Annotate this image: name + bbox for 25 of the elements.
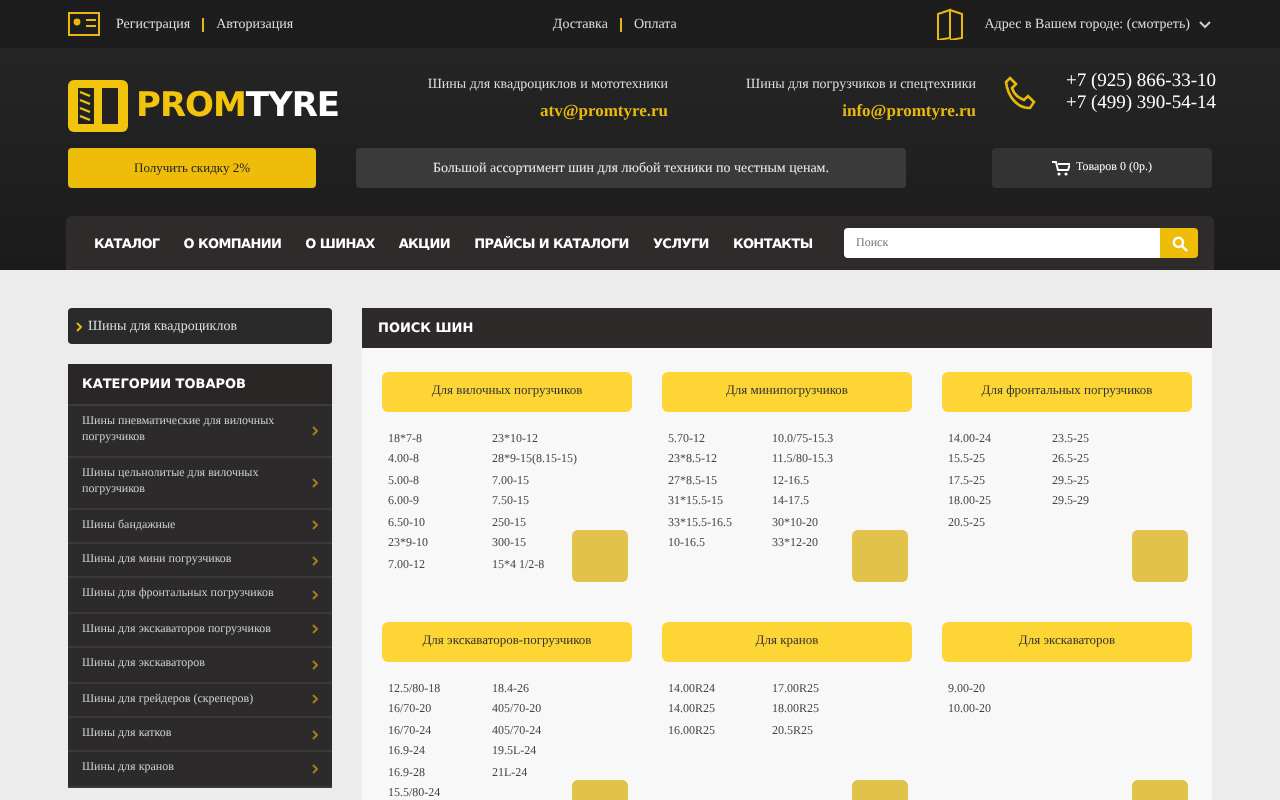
photo-placeholder [572,529,628,581]
book-icon [936,8,965,40]
chevron-down-icon[interactable] [1197,19,1212,29]
search-icon [1171,235,1187,251]
logo-text: PROMTYRE [136,86,340,126]
tyre-logo-icon [68,80,128,132]
chevron-right-icon [312,659,318,670]
chevron-right-icon [312,425,318,436]
email-link[interactable]: atv@promtyre.ru [539,100,668,120]
chevron-right-icon [312,694,318,705]
phone-number: +7 (499) 390-54-14 [1065,94,1216,114]
cart-icon [1052,160,1071,176]
chevron-right-icon [312,590,318,601]
chevron-right-icon [312,763,318,774]
phone-number: +7 (925) 866-33-10 [1065,72,1216,92]
chevron-right-icon [312,624,318,635]
id-card-icon [68,12,100,36]
chevron-right-icon [76,321,82,331]
chevron-right-icon [312,477,318,488]
photo-placeholder [852,529,908,581]
email-link[interactable]: info@promtyre.ru [842,100,976,120]
chevron-right-icon [312,729,318,740]
chevron-right-icon [312,520,318,531]
photo-placeholder [1132,529,1188,581]
chevron-right-icon [312,555,318,566]
